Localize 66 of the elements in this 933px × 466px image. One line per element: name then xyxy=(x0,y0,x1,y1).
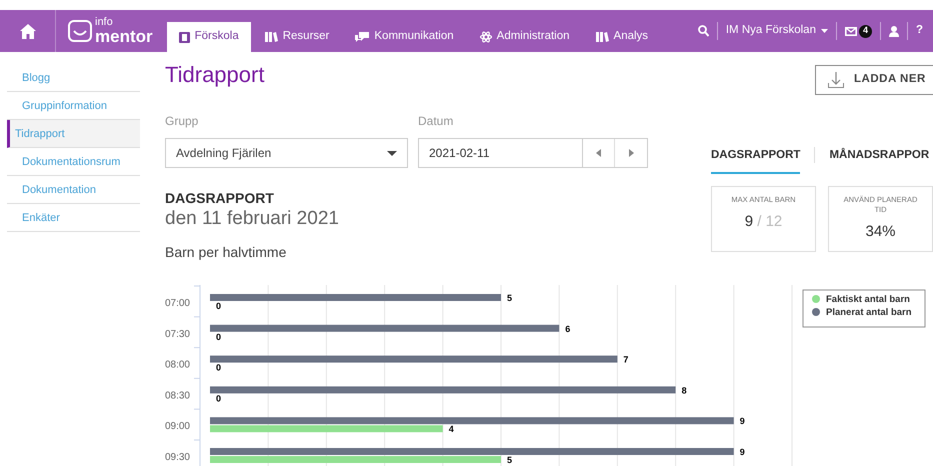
messages-button[interactable]: 4 xyxy=(844,24,872,38)
axis-label: 09:00 xyxy=(164,421,190,432)
axis-label: 07:30 xyxy=(164,328,190,340)
atom-icon xyxy=(480,31,492,43)
sidebar-item[interactable]: Blogg xyxy=(7,64,140,92)
nav-tab[interactable]: Analys xyxy=(584,22,660,52)
legend-label: Planerat antal barn xyxy=(826,307,912,318)
logo-text: mentor xyxy=(95,28,153,45)
data-label: 4 xyxy=(448,424,454,434)
report-date: den 11 februari 2021 xyxy=(165,209,340,230)
search-button[interactable] xyxy=(698,25,709,37)
data-label: 8 xyxy=(682,385,687,396)
stat-value: 9 / 12 xyxy=(744,212,784,232)
report-tab[interactable]: MÅNADSRAPPOR xyxy=(829,147,930,172)
sidebar-item[interactable]: Tidrapport xyxy=(7,120,140,148)
chat-icon xyxy=(355,32,370,42)
data-label: 9 xyxy=(740,447,745,457)
data-label: 9 xyxy=(740,416,745,426)
axis-label: 09:30 xyxy=(164,452,190,463)
data-label: 5 xyxy=(507,293,512,303)
id-card-icon xyxy=(178,32,190,42)
home-button[interactable] xyxy=(20,24,36,38)
legend-label: Faktiskt antal barn xyxy=(826,294,910,305)
nav-tab[interactable]: Förskola xyxy=(166,22,251,52)
field-label: Grupp xyxy=(165,113,200,130)
nav-tab[interactable]: Resurser xyxy=(252,22,342,52)
report-heading: DAGSRAPPORT xyxy=(165,189,275,208)
sidebar-item[interactable]: Dokumentation xyxy=(7,176,140,204)
nav-tab[interactable]: Kommunikation xyxy=(343,22,466,52)
report-tab[interactable]: DAGSRAPPORT xyxy=(711,147,800,174)
axis-label: 08:00 xyxy=(164,360,190,371)
data-label: 0 xyxy=(216,332,222,342)
field-label: Datum xyxy=(418,113,454,130)
help-button[interactable]: ? xyxy=(916,22,923,40)
download-icon xyxy=(828,72,844,88)
home-icon xyxy=(20,24,36,38)
mail-icon xyxy=(844,26,857,36)
books-icon xyxy=(264,32,278,42)
caret-icon xyxy=(820,29,828,33)
data-label: 5 xyxy=(507,455,512,465)
data-label: 0 xyxy=(216,393,222,404)
search-icon xyxy=(698,25,709,37)
sidebar-item[interactable]: Enkäter xyxy=(7,204,140,232)
unread-badge: 4 xyxy=(858,24,872,38)
user-icon xyxy=(888,26,899,36)
download-button[interactable]: LADDA NER xyxy=(815,65,933,95)
caret-icon xyxy=(387,150,397,156)
axis-label: 07:00 xyxy=(164,298,190,309)
chevron-right-icon xyxy=(628,149,634,158)
page-title: Tidrapport xyxy=(165,62,266,88)
data-label: 0 xyxy=(216,362,222,373)
group-select[interactable]: Avdelning Fjärilen xyxy=(165,138,408,168)
stat-value: 34% xyxy=(864,222,897,242)
smiley-logo-icon xyxy=(68,20,92,42)
user-button[interactable] xyxy=(888,26,899,36)
logo-small-text: info xyxy=(95,17,114,28)
data-label: 0 xyxy=(216,301,222,311)
nav-tab[interactable]: Administration xyxy=(468,22,582,52)
chevron-left-icon xyxy=(596,149,601,158)
axis-label: 08:30 xyxy=(164,390,190,402)
account-menu[interactable]: IM Nya Förskolan xyxy=(726,22,828,40)
books-icon xyxy=(596,32,609,42)
chart-title: Barn per halvtimme xyxy=(165,243,288,262)
sidebar-item[interactable]: Dokumentationsrum xyxy=(7,148,140,176)
data-label: 6 xyxy=(565,324,570,334)
data-label: 7 xyxy=(623,354,628,365)
